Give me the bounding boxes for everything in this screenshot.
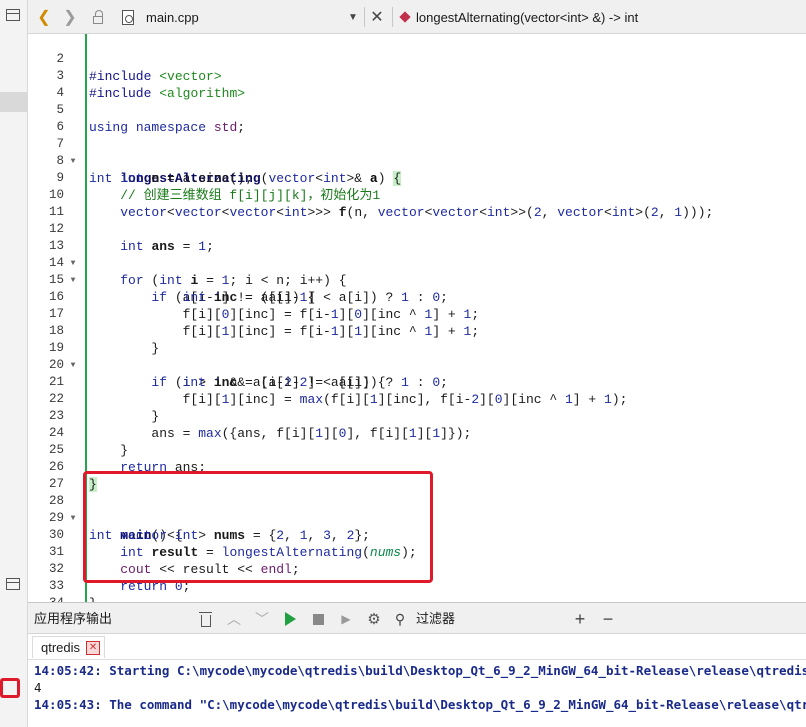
search-icon: ⚲ <box>394 610 406 627</box>
code-line: 5 using namespace std; <box>28 85 806 135</box>
gear-icon[interactable]: ⚙ <box>364 609 384 629</box>
code-line: 12 int ans = 1; <box>28 204 806 254</box>
toolbar-divider <box>364 7 365 27</box>
arrow-down-icon[interactable]: ﹀ <box>252 609 272 629</box>
arrow-up-icon[interactable]: ︿ <box>224 609 244 629</box>
line-number: 34 <box>28 595 64 602</box>
code-line: 26 } <box>28 442 806 492</box>
code-line: 7 ▼ int longestAlternating(vector<int>& … <box>28 119 806 186</box>
code-line: 25 return ans; <box>28 425 806 475</box>
chevron-down-icon[interactable]: ▼ <box>346 0 360 34</box>
file-selector[interactable]: main.cpp <box>146 0 346 34</box>
filter-input[interactable]: 过滤器 <box>416 603 455 635</box>
code-line: 17 f[i][1][inc] = f[i-1][1][inc ^ 1] + 1… <box>28 289 806 339</box>
code-line: 10 vector<vector<vector<int>>> f(n, vect… <box>28 170 806 220</box>
cpp-file-icon <box>120 0 136 34</box>
output-pane-toggle-icon[interactable] <box>6 578 20 590</box>
close-icon[interactable]: ✕ <box>86 640 101 655</box>
code-line: 16 f[i][0][inc] = f[i-1][0][inc ^ 1] + 1… <box>28 272 806 322</box>
application-output[interactable]: 14:05:42: Starting C:\mycode\mycode\qtre… <box>28 660 806 727</box>
code-line: 23 ans = max({ans, f[i][1][0], f[i][1][1… <box>28 391 806 441</box>
code-line: 20 int inc = (a[i-2] < a[i]) ? 1 : 0; <box>28 340 806 390</box>
code-line: 8 int n = a.size(); <box>28 136 806 186</box>
close-icon[interactable]: ✕ <box>368 0 386 34</box>
code-line: 2 #include <vector> <box>28 34 806 84</box>
code-line: 19 ▼ if (i > 1 && a[i-2] != a[i]) { <box>28 323 806 390</box>
main-function-highlight <box>83 471 433 583</box>
minus-icon[interactable]: − <box>598 609 618 629</box>
code-line: 6 <box>28 102 806 134</box>
code-line: 14 ▼ if (a[i-1] != a[i]) { <box>28 238 806 305</box>
code-line: 21 f[i][1][inc] = max(f[i][1][inc], f[i-… <box>28 357 806 407</box>
stop-icon[interactable] <box>308 609 328 629</box>
sidebar-selection <box>0 92 28 112</box>
back-arrow-icon[interactable]: ❮ <box>34 0 54 34</box>
function-diamond-icon <box>398 0 412 34</box>
output-panel-title: 应用程序输出 <box>34 611 113 626</box>
code-line: 9 // 创建三维数组 f[i][j][k]，初始化为1 <box>28 153 806 203</box>
forward-arrow-icon[interactable]: ❯ <box>60 0 80 34</box>
code-line: 11 <box>28 187 806 219</box>
code-line: 3 #include <algorithm> <box>28 51 806 101</box>
tab-label: qtredis <box>41 640 81 655</box>
code-line: 15 int inc = (a[i-1] < a[i]) ? 1 : 0; <box>28 255 806 305</box>
run-icon[interactable] <box>280 609 300 629</box>
toolbar-divider <box>392 7 393 27</box>
tab-qtredis[interactable]: qtredis ✕ <box>32 636 106 658</box>
editor-toolbar: ❮ ❯ main.cpp ▼ ✕ longestAlternating(vect… <box>28 0 806 34</box>
left-sidebar-strip <box>0 0 28 727</box>
code-line: 18 } <box>28 306 806 356</box>
function-selector[interactable]: longestAlternating(vector<int> &) -> int <box>416 0 796 34</box>
trash-icon[interactable] <box>196 609 216 629</box>
code-line: 4 <box>28 68 806 100</box>
code-text: } <box>89 595 97 602</box>
sidebar-toggle-icon[interactable] <box>6 9 20 21</box>
lock-icon[interactable] <box>88 0 108 34</box>
output-line: 14:05:42: Starting C:\mycode\mycode\qtre… <box>34 663 806 678</box>
code-line: 24 } <box>28 408 806 458</box>
code-line: 13 ▼ for (int i = 1; i < n; i++) { <box>28 221 806 288</box>
code-line: 22 } <box>28 374 806 424</box>
build-icon[interactable]: ▶ <box>336 609 356 629</box>
program-result: 4 <box>34 680 42 695</box>
output-tabs: qtredis ✕ <box>28 634 806 660</box>
output-panel-header: 应用程序输出 ︿ ﹀ ▶ ⚙ ⚲ 过滤器 + − <box>28 602 806 634</box>
plus-icon[interactable]: + <box>570 609 590 629</box>
result-highlight <box>0 678 20 698</box>
output-line: 14:05:43: The command "C:\mycode\mycode\… <box>34 697 806 712</box>
